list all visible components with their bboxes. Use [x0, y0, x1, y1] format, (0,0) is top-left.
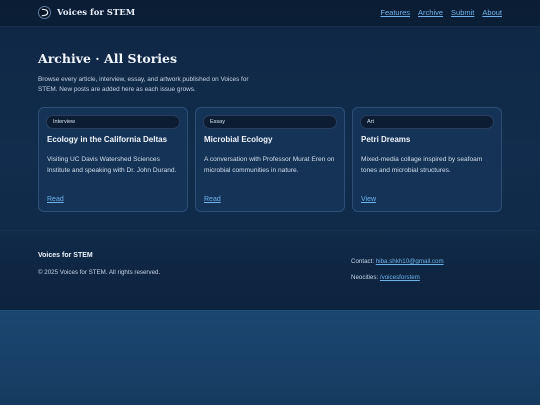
story-card: Art Petri Dreams Mixed-media collage ins…: [352, 107, 502, 212]
social-label: Neocities:: [351, 274, 379, 281]
nav-features[interactable]: Features: [380, 8, 410, 17]
story-card: Essay Microbial Ecology A conversation w…: [195, 107, 345, 212]
page-intro: Browse every article, interview, essay, …: [38, 76, 249, 93]
story-title: Petri Dreams: [361, 135, 411, 144]
story-tag: Interview: [46, 115, 180, 129]
story-title: Ecology in the California Deltas: [47, 135, 168, 144]
footer-social: Neocities: /voicesforstem: [351, 274, 420, 281]
story-read-link[interactable]: Read: [204, 196, 221, 203]
site-header: Voices for STEM Features Archive Submit …: [0, 0, 540, 27]
social-link[interactable]: /voicesforstem: [380, 274, 420, 281]
footer-contact: Contact: hiba.shkh10@gmail.com: [351, 258, 444, 265]
story-tag: Art: [360, 115, 494, 129]
story-description: A conversation with Professor Murat Eren…: [204, 156, 335, 174]
footer-copyright: © 2025 Voices for STEM. All rights reser…: [38, 269, 161, 276]
story-view-link[interactable]: View: [361, 196, 376, 203]
brand-name: Voices for STEM: [57, 7, 136, 18]
story-read-link[interactable]: Read: [47, 196, 64, 203]
nav-submit[interactable]: Submit: [451, 8, 474, 17]
contact-email-link[interactable]: hiba.shkh10@gmail.com: [376, 258, 444, 265]
brand[interactable]: Voices for STEM: [38, 6, 135, 19]
story-description: Mixed-media collage inspired by seafoam …: [361, 156, 483, 174]
site-footer: Voices for STEM © 2025 Voices for STEM. …: [0, 230, 540, 310]
story-description: Visiting UC Davis Watershed Sciences Ins…: [47, 156, 177, 174]
footer-brand: Voices for STEM: [38, 252, 93, 259]
page-bottom-band: [0, 310, 540, 405]
nav-archive[interactable]: Archive: [418, 8, 443, 17]
nav-about[interactable]: About: [482, 8, 502, 17]
logo-icon: [38, 6, 51, 19]
story-tag: Essay: [203, 115, 337, 129]
page-title: Archive · All Stories: [38, 51, 178, 66]
story-card: Interview Ecology in the California Delt…: [38, 107, 188, 212]
contact-label: Contact:: [351, 258, 375, 265]
main-nav: Features Archive Submit About: [380, 8, 502, 17]
story-title: Microbial Ecology: [204, 135, 273, 144]
